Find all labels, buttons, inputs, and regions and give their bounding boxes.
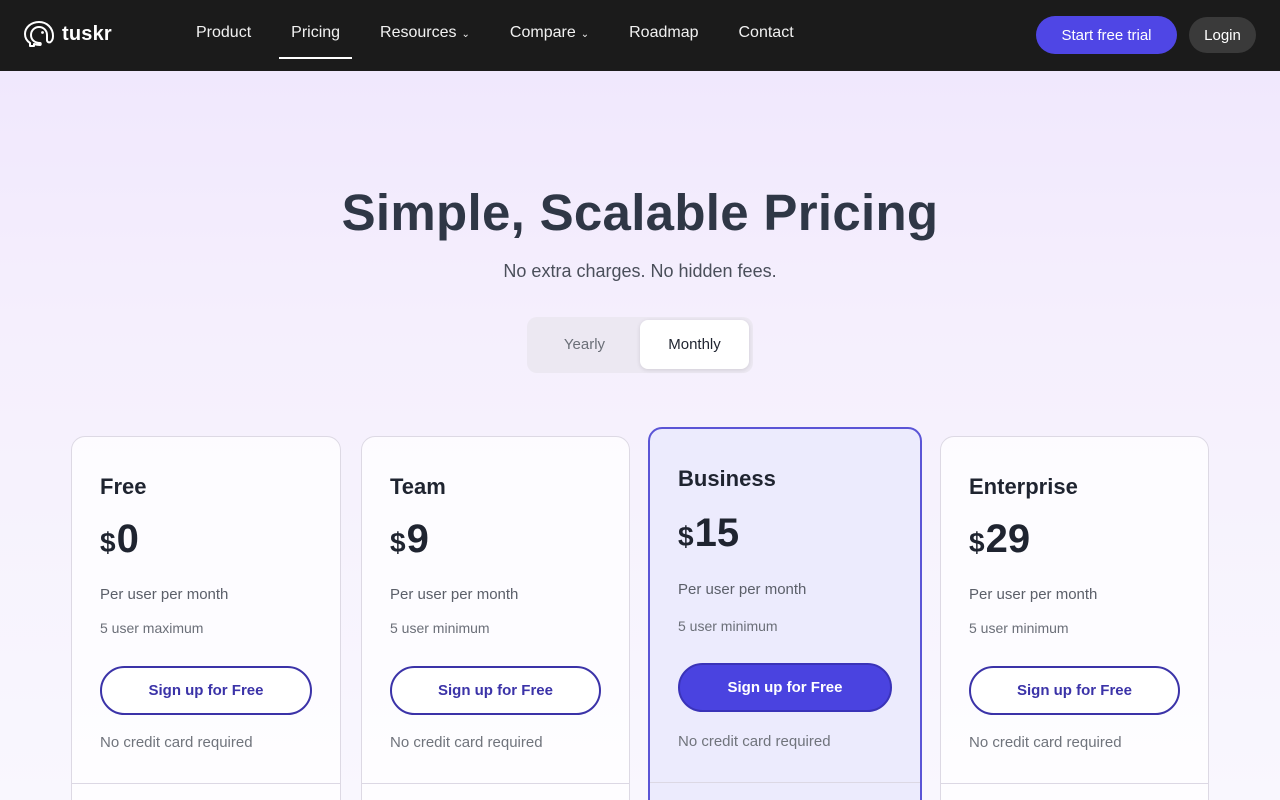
- signup-button[interactable]: Sign up for Free: [100, 666, 312, 715]
- no-credit-card-note: No credit card required: [678, 733, 831, 750]
- price-amount: 0: [116, 517, 139, 561]
- chevron-down-icon: ⌄: [461, 29, 470, 40]
- card-divider: [72, 783, 340, 784]
- nav-link-product[interactable]: Product: [176, 0, 271, 71]
- nav-link-label: Compare: [509, 23, 576, 41]
- plan-name: Enterprise: [969, 474, 1078, 499]
- nav-link-compare[interactable]: Compare ⌄: [490, 0, 609, 71]
- user-limit: 5 user minimum: [969, 620, 1069, 636]
- plan-card-team: Team $ 9 Per user per month 5 user minim…: [361, 436, 630, 800]
- card-divider: [941, 783, 1208, 784]
- plan-price: $ 29: [969, 517, 1030, 562]
- user-limit: 5 user maximum: [100, 620, 204, 636]
- plan-name: Team: [390, 474, 446, 499]
- nav-link-pricing[interactable]: Pricing: [271, 0, 360, 71]
- plan-price: $ 9: [390, 517, 429, 562]
- plan-card-free: Free $ 0 Per user per month 5 user maxim…: [71, 436, 341, 800]
- elephant-logo-icon: [24, 21, 54, 47]
- top-navigation-bar: tuskr Product Pricing Resources ⌄ Compar…: [0, 0, 1280, 71]
- nav-link-label: Roadmap: [629, 23, 699, 41]
- price-period: Per user per month: [969, 586, 1098, 603]
- plan-card-enterprise: Enterprise $ 29 Per user per month 5 use…: [940, 436, 1209, 800]
- nav-link-contact[interactable]: Contact: [719, 0, 814, 71]
- price-currency: $: [969, 527, 985, 558]
- plan-name: Free: [100, 474, 147, 499]
- nav-link-label: Product: [196, 23, 252, 41]
- signup-button[interactable]: Sign up for Free: [678, 663, 892, 712]
- price-period: Per user per month: [390, 586, 519, 603]
- nav-link-resources[interactable]: Resources ⌄: [360, 0, 490, 71]
- plan-price: $ 15: [678, 511, 739, 556]
- no-credit-card-note: No credit card required: [390, 734, 543, 751]
- plan-price: $ 0: [100, 517, 139, 562]
- price-currency: $: [390, 527, 406, 558]
- user-limit: 5 user minimum: [678, 618, 778, 634]
- price-amount: 15: [694, 511, 740, 555]
- user-limit: 5 user minimum: [390, 620, 490, 636]
- no-credit-card-note: No credit card required: [969, 734, 1122, 751]
- login-button[interactable]: Login: [1189, 17, 1256, 53]
- toggle-option-monthly[interactable]: Monthly: [640, 320, 749, 369]
- page-subtitle: No extra charges. No hidden fees.: [503, 261, 777, 281]
- nav-link-label: Resources: [380, 23, 457, 41]
- price-period: Per user per month: [678, 581, 807, 598]
- signup-button[interactable]: Sign up for Free: [969, 666, 1180, 715]
- card-divider: [650, 782, 920, 783]
- no-credit-card-note: No credit card required: [100, 734, 253, 751]
- primary-nav: Product Pricing Resources ⌄ Compare ⌄ Ro…: [176, 0, 814, 71]
- price-currency: $: [678, 521, 694, 552]
- page-title: Simple, Scalable Pricing: [341, 184, 939, 241]
- price-currency: $: [100, 527, 116, 558]
- price-amount: 29: [985, 517, 1031, 561]
- brand-logo[interactable]: tuskr: [23, 20, 112, 48]
- toggle-option-yearly[interactable]: Yearly: [530, 320, 639, 369]
- start-free-trial-button[interactable]: Start free trial: [1036, 16, 1177, 54]
- signup-button[interactable]: Sign up for Free: [390, 666, 601, 715]
- nav-link-label: Pricing: [291, 23, 341, 41]
- nav-link-label: Contact: [738, 23, 794, 41]
- price-amount: 9: [406, 517, 429, 561]
- plan-name: Business: [678, 466, 776, 491]
- nav-link-roadmap[interactable]: Roadmap: [609, 0, 718, 71]
- plan-card-business: Business $ 15 Per user per month 5 user …: [648, 427, 922, 800]
- billing-period-toggle: Yearly Monthly: [527, 317, 753, 373]
- price-period: Per user per month: [100, 586, 229, 603]
- card-divider: [362, 783, 629, 784]
- brand-name: tuskr: [62, 22, 112, 45]
- chevron-down-icon: ⌄: [580, 29, 590, 40]
